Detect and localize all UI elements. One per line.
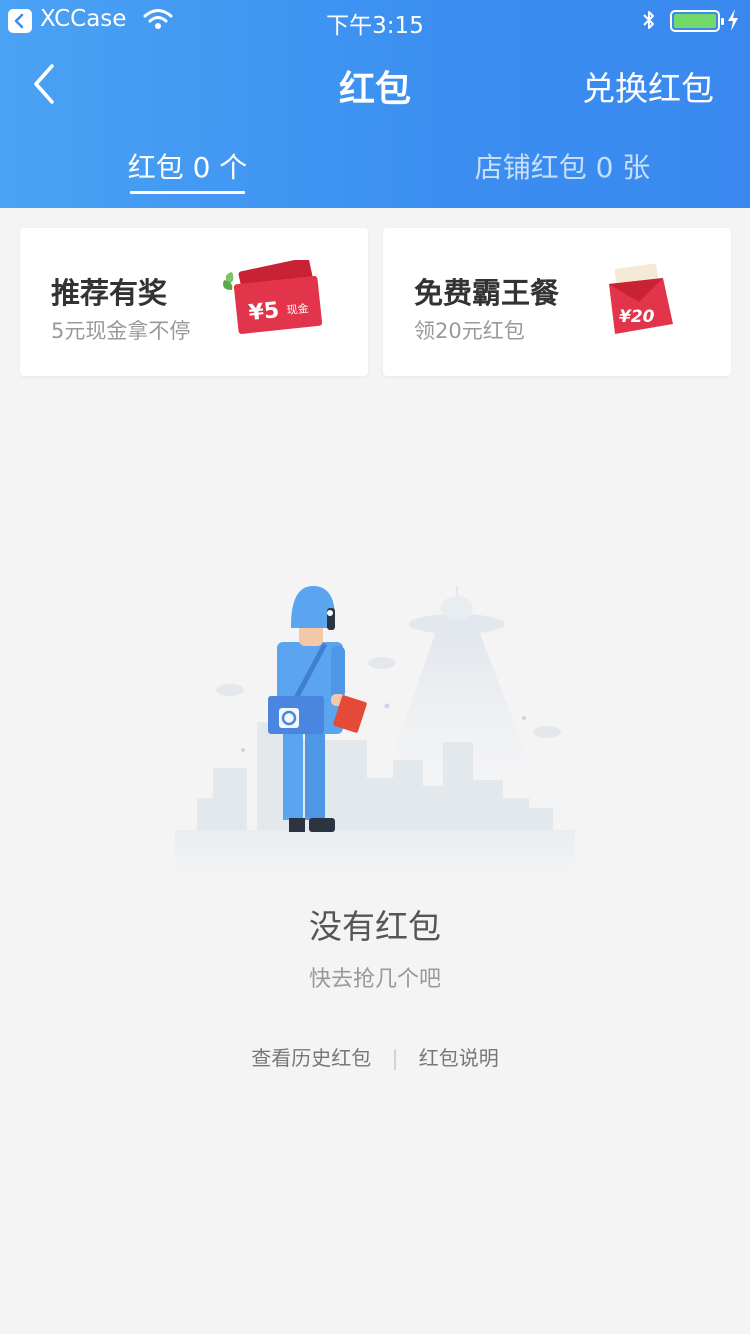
exchange-red-packet-button[interactable]: 兑换红包 — [582, 62, 714, 110]
tab-shop-red-packets[interactable]: 店铺红包 0 张 — [440, 146, 685, 186]
history-red-packets-link[interactable]: 查看历史红包 — [251, 1046, 371, 1070]
cash-ticket-amount: ¥5 — [247, 298, 280, 326]
courier-illustration — [175, 478, 575, 878]
empty-title: 没有红包 — [309, 907, 441, 946]
footer-links: 查看历史红包 | 红包说明 — [0, 1042, 750, 1071]
battery-icon — [670, 10, 724, 32]
empty-subtitle: 快去抢几个吧 — [308, 967, 441, 992]
status-time: 下午3:15 — [326, 13, 424, 39]
charging-icon — [726, 7, 740, 39]
status-bar: XCCase 下午3:15 — [0, 0, 750, 40]
promo-card-referral[interactable]: 推荐有奖 5元现金拿不停 ¥5 现金 — [20, 228, 368, 376]
active-tab-indicator — [130, 191, 245, 194]
cash-ticket-icon: ¥5 现金 — [218, 257, 326, 340]
link-separator: | — [391, 1046, 399, 1070]
tab-red-packets[interactable]: 红包 0 个 — [110, 146, 265, 186]
cash-ticket-tag: 现金 — [286, 301, 309, 317]
promo-card-free-meal[interactable]: 免费霸王餐 领20元红包 ¥ ¥20 — [383, 228, 731, 376]
red-packet-icon: ¥ ¥20 — [605, 263, 677, 342]
bluetooth-icon — [640, 8, 658, 38]
promo-title: 推荐有奖 — [51, 276, 168, 310]
promo-title: 免费霸王餐 — [414, 276, 560, 310]
promo-subtitle: 领20元红包 — [414, 319, 525, 343]
header: XCCase 下午3:15 红包 兑换红包 红包 0 个 店铺红包 0 张 — [0, 0, 750, 208]
red-packet-explain-link[interactable]: 红包说明 — [419, 1046, 499, 1070]
promo-subtitle: 5元现金拿不停 — [51, 319, 191, 343]
red-packet-amount: ¥20 — [619, 307, 655, 327]
